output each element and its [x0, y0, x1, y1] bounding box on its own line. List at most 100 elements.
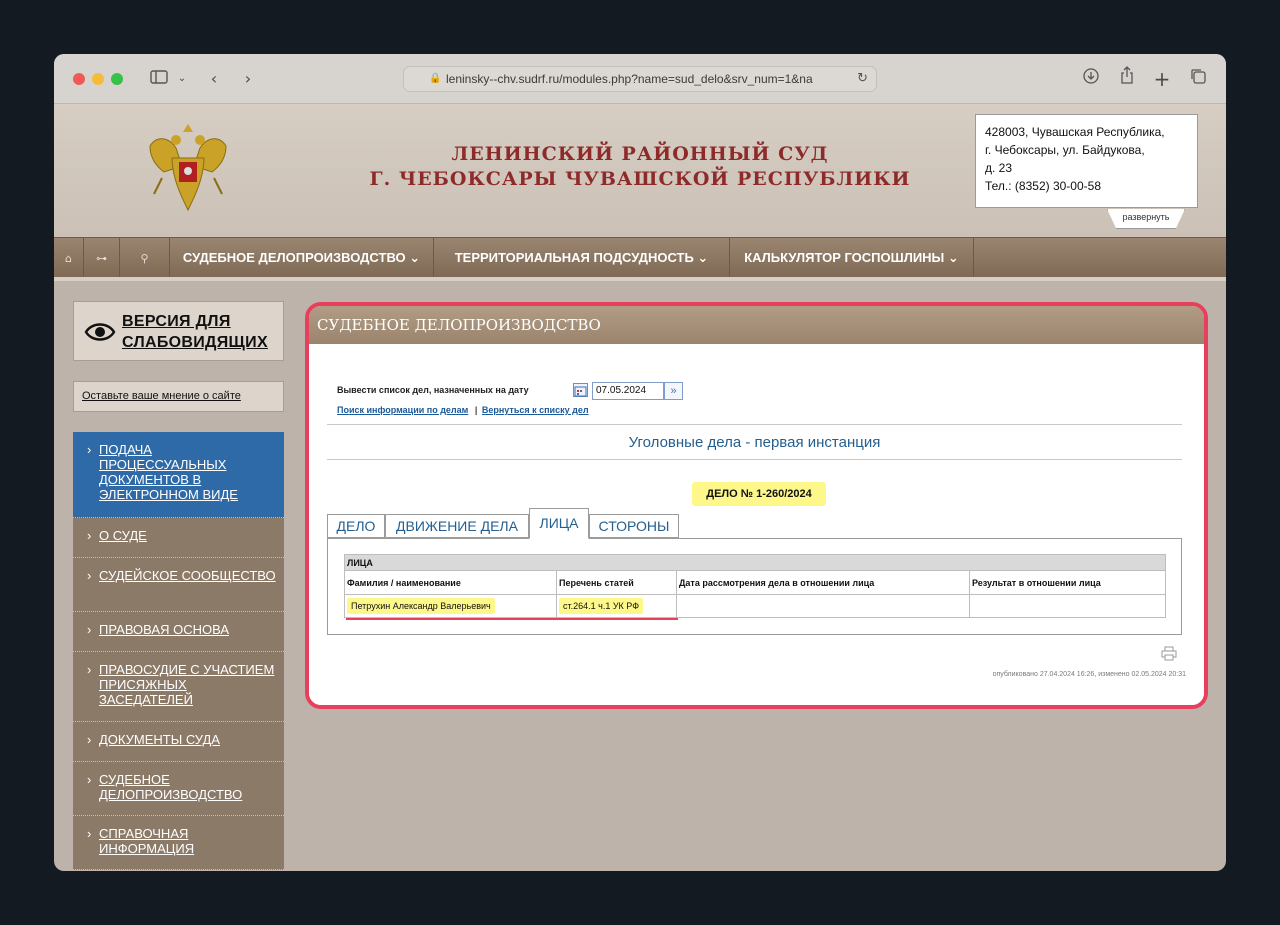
tab-persons[interactable]: ЛИЦА — [529, 508, 589, 539]
column-header: Результат в отношении лица — [969, 570, 1166, 595]
panel-title: СУДЕБНОЕ ДЕЛОПРОИЗВОДСТВО — [309, 306, 1204, 344]
nav-territorial-jurisdiction[interactable]: ТЕРРИТОРИАЛЬНАЯ ПОДСУДНОСТЬ ⌄ — [434, 238, 730, 278]
tab-case[interactable]: ДЕЛО — [327, 514, 385, 538]
close-window-button[interactable] — [73, 73, 85, 85]
sidebar-item-label: ПРАВОВАЯ ОСНОВА — [99, 622, 229, 637]
divider — [327, 459, 1182, 460]
sidebar-item-jury[interactable]: › ПРАВОСУДИЕ С УЧАСТИЕМ ПРИСЯЖНЫХ ЗАСЕДАТ… — [73, 652, 284, 722]
tabs-icon[interactable] — [1188, 66, 1208, 92]
minimize-window-button[interactable] — [92, 73, 104, 85]
sidebar-item-label: СПРАВОЧНАЯ ИНФОРМАЦИЯ — [99, 826, 195, 856]
date-input[interactable]: 07.05.2024 — [592, 382, 664, 400]
zoom-window-button[interactable] — [111, 73, 123, 85]
sidebar-item-label: СУДЕБНОЕ ДЕЛОПРОИЗВОДСТВО — [99, 772, 243, 802]
chevron-right-icon: › — [87, 622, 92, 637]
low-vision-line1: ВЕРСИЯ ДЛЯ — [122, 313, 231, 330]
search-icon[interactable]: ⚲ — [120, 238, 170, 278]
download-icon[interactable] — [1081, 66, 1101, 92]
sidebar-item-proceedings[interactable]: › СУДЕБНОЕ ДЕЛОПРОИЗВОДСТВО — [73, 762, 284, 816]
persons-table: ЛИЦА Фамилия / наименование Перечень ста… — [344, 554, 1166, 618]
main-nav: ⌂ ⊶ ⚲ СУДЕБНОЕ ДЕЛОПРОИЗВОДСТВО ⌄ ТЕРРИТ… — [54, 237, 1226, 278]
person-articles: ст.264.1 ч.1 УК РФ — [559, 598, 644, 614]
chevron-left-icon[interactable]: ‹ — [206, 66, 222, 92]
sidebar-item-label: О СУДЕ — [99, 528, 147, 543]
show-date-button[interactable]: » — [664, 382, 683, 400]
share-icon[interactable] — [1117, 66, 1137, 92]
court-title: ЛЕНИНСКИЙ РАЙОННЫЙ СУД Г. ЧЕБОКСАРЫ ЧУВА… — [354, 142, 926, 192]
sidebar-item-documents[interactable]: › ДОКУМЕНТЫ СУДА — [73, 722, 284, 762]
chevron-right-icon: › — [87, 662, 92, 677]
published-info: опубликовано 27.04.2024 16:26, изменено … — [992, 671, 1186, 678]
chevron-right-icon: › — [87, 528, 92, 543]
address-line: д. 23 — [985, 161, 1013, 175]
coat-of-arms-icon — [149, 124, 227, 212]
home-icon[interactable]: ⌂ — [54, 238, 84, 278]
sidebar-item-label: ПРАВОСУДИЕ С УЧАСТИЕМ ПРИСЯЖНЫХ ЗАСЕДАТЕ… — [99, 662, 275, 707]
sidebar-item-label: ПОДАЧА ПРОЦЕССУАЛЬНЫХ ДОКУМЕНТОВ В ЭЛЕКТ… — [99, 442, 238, 502]
address-bar[interactable]: 🔒 leninsky--chv.sudrf.ru/modules.php?nam… — [403, 66, 877, 92]
low-vision-button[interactable]: ВЕРСИЯ ДЛЯ СЛАБОВИДЯЩИХ — [73, 301, 284, 361]
chevron-right-icon: › — [87, 826, 92, 841]
nav-divider — [54, 277, 1226, 281]
court-title-line2: Г. ЧЕБОКСАРЫ ЧУВАШСКОЙ РЕСПУБЛИКИ — [369, 168, 911, 190]
sidebar-item-reference[interactable]: › СПРАВОЧНАЯ ИНФОРМАЦИЯ — [73, 816, 284, 870]
tab-parties[interactable]: СТОРОНЫ — [589, 514, 679, 538]
case-number: ДЕЛО № 1-260/2024 — [692, 482, 826, 506]
link-separator: | — [474, 405, 478, 415]
lock-icon: 🔒 — [429, 73, 442, 84]
links-row: Поиск информации по делам | Вернуться к … — [337, 405, 589, 415]
search-cases-link[interactable]: Поиск информации по делам — [337, 405, 468, 415]
url-text: leninsky--chv.sudrf.ru/modules.php?name=… — [446, 72, 813, 86]
chevron-right-icon: › — [87, 568, 92, 583]
sidebar-item-e-filing[interactable]: › ПОДАЧА ПРОЦЕССУАЛЬНЫХ ДОКУМЕНТОВ В ЭЛЕК… — [73, 432, 284, 518]
court-title-line1: ЛЕНИНСКИЙ РАЙОННЫЙ СУД — [451, 143, 829, 165]
sidebar-item-about[interactable]: › О СУДЕ — [73, 518, 284, 558]
expand-address-button[interactable]: развернуть — [1107, 209, 1185, 229]
calendar-icon[interactable] — [573, 383, 588, 397]
persons-tab-content: ЛИЦА Фамилия / наименование Перечень ста… — [327, 538, 1182, 635]
nav-court-proceedings[interactable]: СУДЕБНОЕ ДЕЛОПРОИЗВОДСТВО ⌄ — [170, 238, 434, 278]
browser-toolbar: ⌄ ‹ › 🔒 leninsky--chv.sudrf.ru/modules.p… — [54, 54, 1226, 104]
site-header: ЛЕНИНСКИЙ РАЙОННЫЙ СУД Г. ЧЕБОКСАРЫ ЧУВА… — [54, 104, 1226, 237]
chevron-right-icon[interactable]: › — [240, 66, 256, 92]
person-name: Петрухин Александр Валерьевич — [347, 598, 495, 614]
address-line: г. Чебоксары, ул. Байдукова, — [985, 143, 1145, 157]
chevron-right-icon: › — [87, 732, 92, 747]
eye-icon — [84, 323, 116, 341]
low-vision-line2: СЛАБОВИДЯЩИХ — [122, 334, 268, 351]
low-vision-link[interactable]: ВЕРСИЯ ДЛЯ СЛАБОВИДЯЩИХ — [122, 311, 268, 353]
sidebar-icon[interactable] — [148, 66, 170, 92]
sidebar-item-label: СУДЕЙСКОЕ СООБЩЕСТВО — [99, 568, 276, 583]
table-caption: ЛИЦА — [344, 554, 1166, 571]
print-icon[interactable] — [1161, 646, 1177, 661]
sidebar-item-judges[interactable]: › СУДЕЙСКОЕ СООБЩЕСТВО — [73, 558, 284, 612]
table-row: Петрухин Александр Валерьевич ст.264.1 ч… — [344, 594, 1166, 618]
sidebar-item-label: ДОКУМЕНТЫ СУДА — [99, 732, 220, 747]
person-hearing-date — [676, 594, 970, 618]
nav-fee-calculator[interactable]: КАЛЬКУЛЯТОР ГОСПОШЛИНЫ ⌄ — [730, 238, 974, 278]
tab-case-movement[interactable]: ДВИЖЕНИЕ ДЕЛА — [385, 514, 529, 538]
date-filter-label: Вывести список дел, назначенных на дату — [337, 385, 529, 395]
plus-icon[interactable]: + — [1152, 66, 1172, 92]
chevron-right-icon: › — [87, 442, 92, 457]
highlight-underline — [346, 618, 678, 620]
person-result — [969, 594, 1166, 618]
column-header: Дата рассмотрения дела в отношении лица — [676, 570, 970, 595]
address-line: 428003, Чувашская Республика, — [985, 125, 1165, 139]
browser-window: ⌄ ‹ › 🔒 leninsky--chv.sudrf.ru/modules.p… — [54, 54, 1226, 871]
sidebar-item-legal-basis[interactable]: › ПРАВОВАЯ ОСНОВА — [73, 612, 284, 652]
sitemap-icon[interactable]: ⊶ — [84, 238, 120, 278]
sidebar-menu: › ПОДАЧА ПРОЦЕССУАЛЬНЫХ ДОКУМЕНТОВ В ЭЛЕК… — [73, 432, 284, 870]
case-panel: СУДЕБНОЕ ДЕЛОПРОИЗВОДСТВО Вывести список… — [305, 302, 1208, 709]
reload-icon[interactable]: ↻ — [857, 67, 868, 91]
case-category: Уголовные дела - первая инстанция — [628, 434, 881, 451]
chevron-down-icon[interactable]: ⌄ — [176, 66, 188, 92]
back-to-list-link[interactable]: Вернуться к списку дел — [482, 405, 589, 415]
divider — [327, 424, 1182, 425]
feedback-link[interactable]: Оставьте ваше мнение о сайте — [73, 381, 284, 412]
phone-line: Тел.: (8352) 30-00-58 — [985, 179, 1101, 193]
panel-body: Вывести список дел, назначенных на дату … — [309, 344, 1204, 705]
court-address: 428003, Чувашская Республика, г. Чебокса… — [975, 114, 1198, 208]
chevron-right-icon: › — [87, 772, 92, 787]
column-header: Перечень статей — [556, 570, 677, 595]
